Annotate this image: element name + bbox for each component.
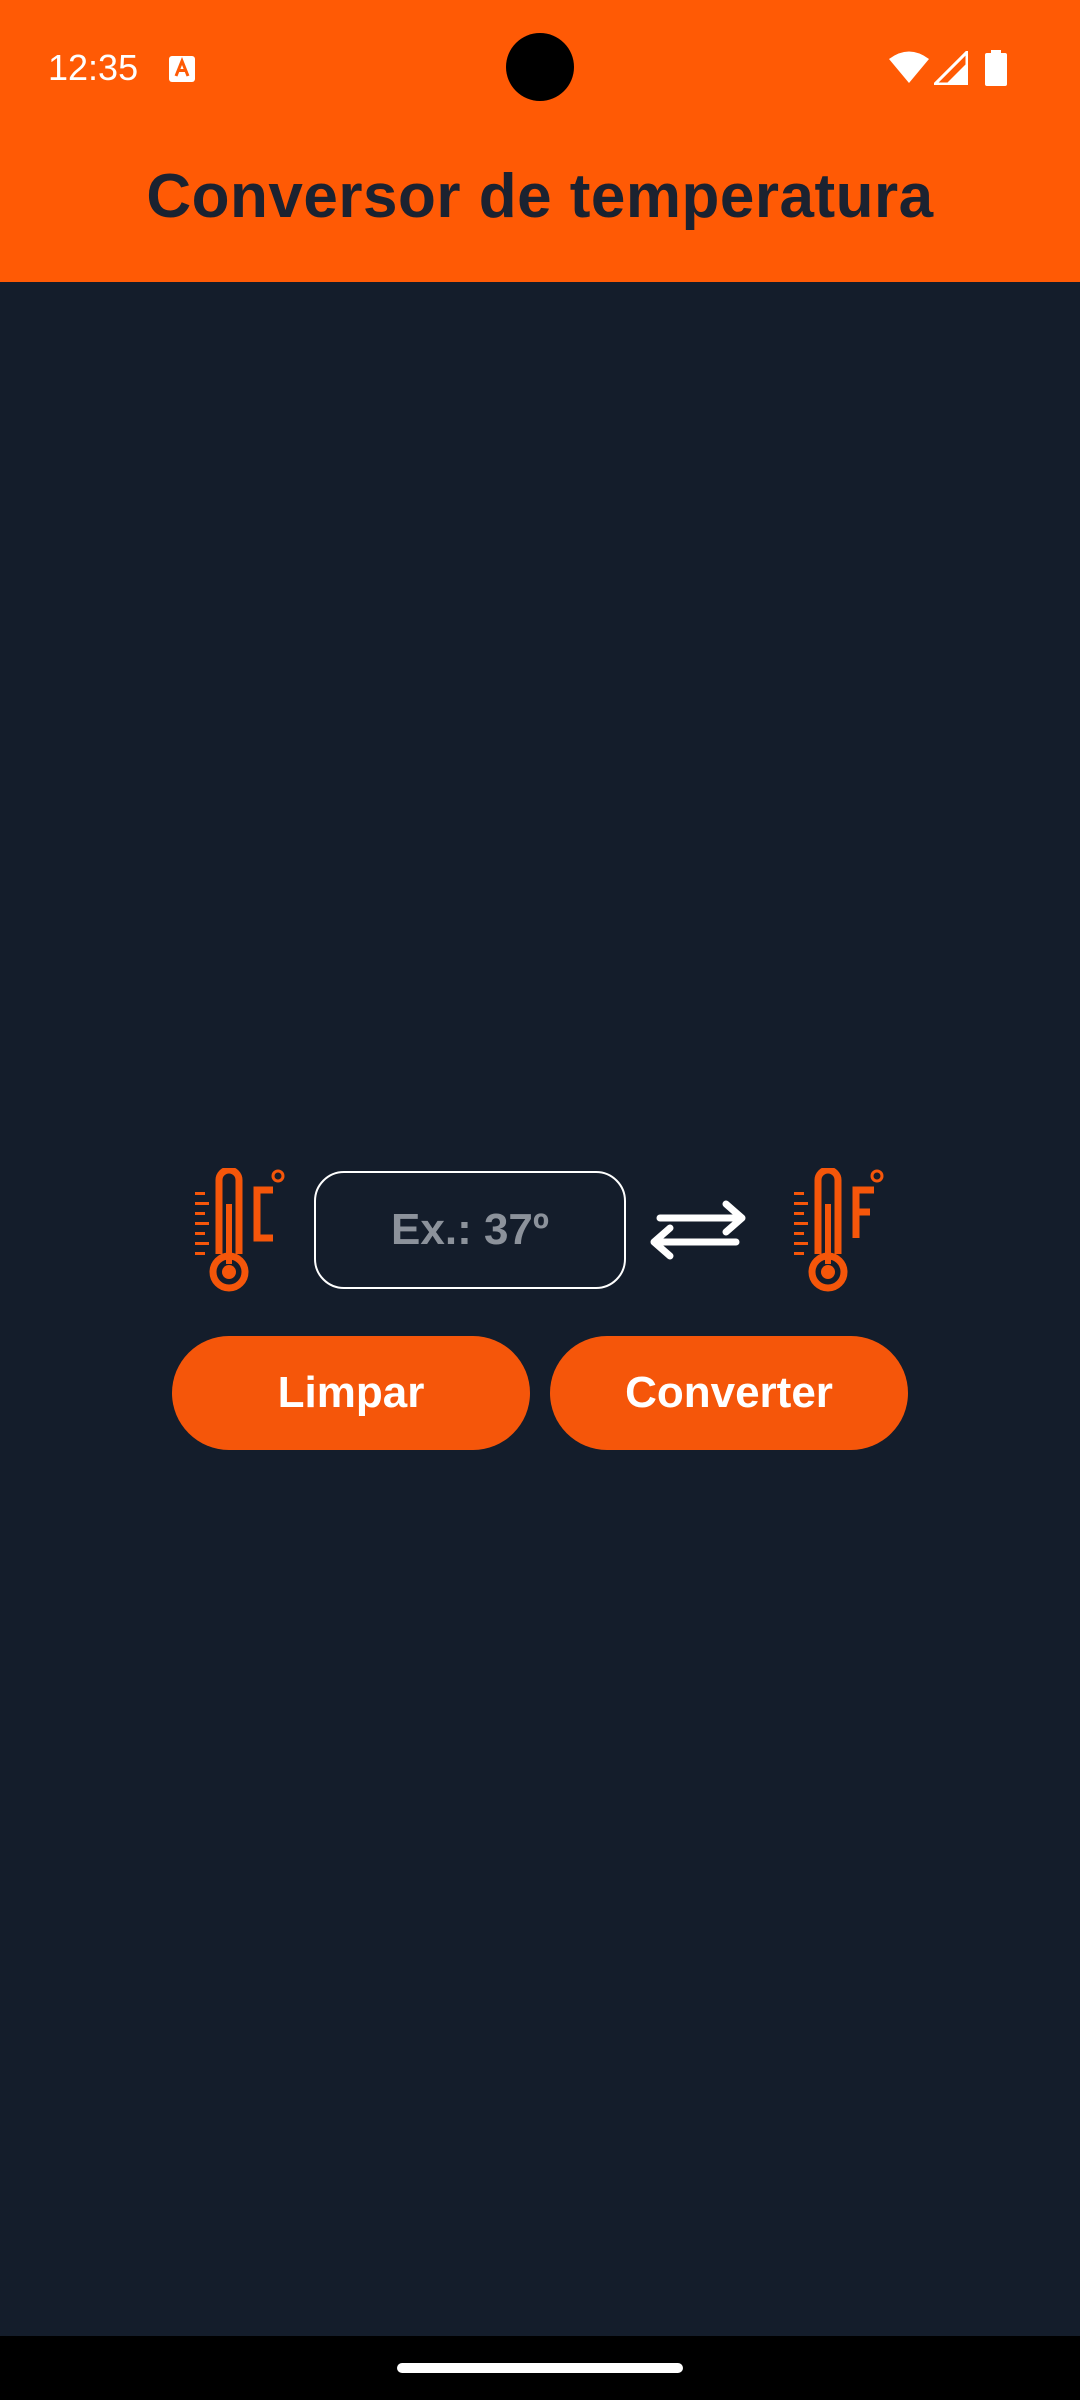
wifi-icon <box>889 51 929 83</box>
clear-button[interactable]: Limpar <box>172 1336 530 1450</box>
swap-arrows-icon[interactable] <box>648 1198 748 1262</box>
navigation-bar <box>0 2336 1080 2400</box>
home-handle[interactable] <box>397 2363 683 2373</box>
signal-icon <box>934 51 968 85</box>
status-bar: 12:35 <box>0 0 1080 130</box>
text-a-icon <box>169 56 195 82</box>
thermometer-celsius-icon <box>195 1168 285 1292</box>
app-bar: Conversor de temperatura <box>0 130 1080 282</box>
battery-icon <box>985 50 1007 86</box>
thermometer-fahrenheit-icon <box>794 1168 884 1292</box>
page-title: Conversor de temperatura <box>146 161 934 231</box>
status-time: 12:35 <box>48 47 139 88</box>
convert-button[interactable]: Converter <box>550 1336 908 1450</box>
temperature-input[interactable] <box>314 1171 626 1289</box>
camera-cutout <box>506 33 574 101</box>
